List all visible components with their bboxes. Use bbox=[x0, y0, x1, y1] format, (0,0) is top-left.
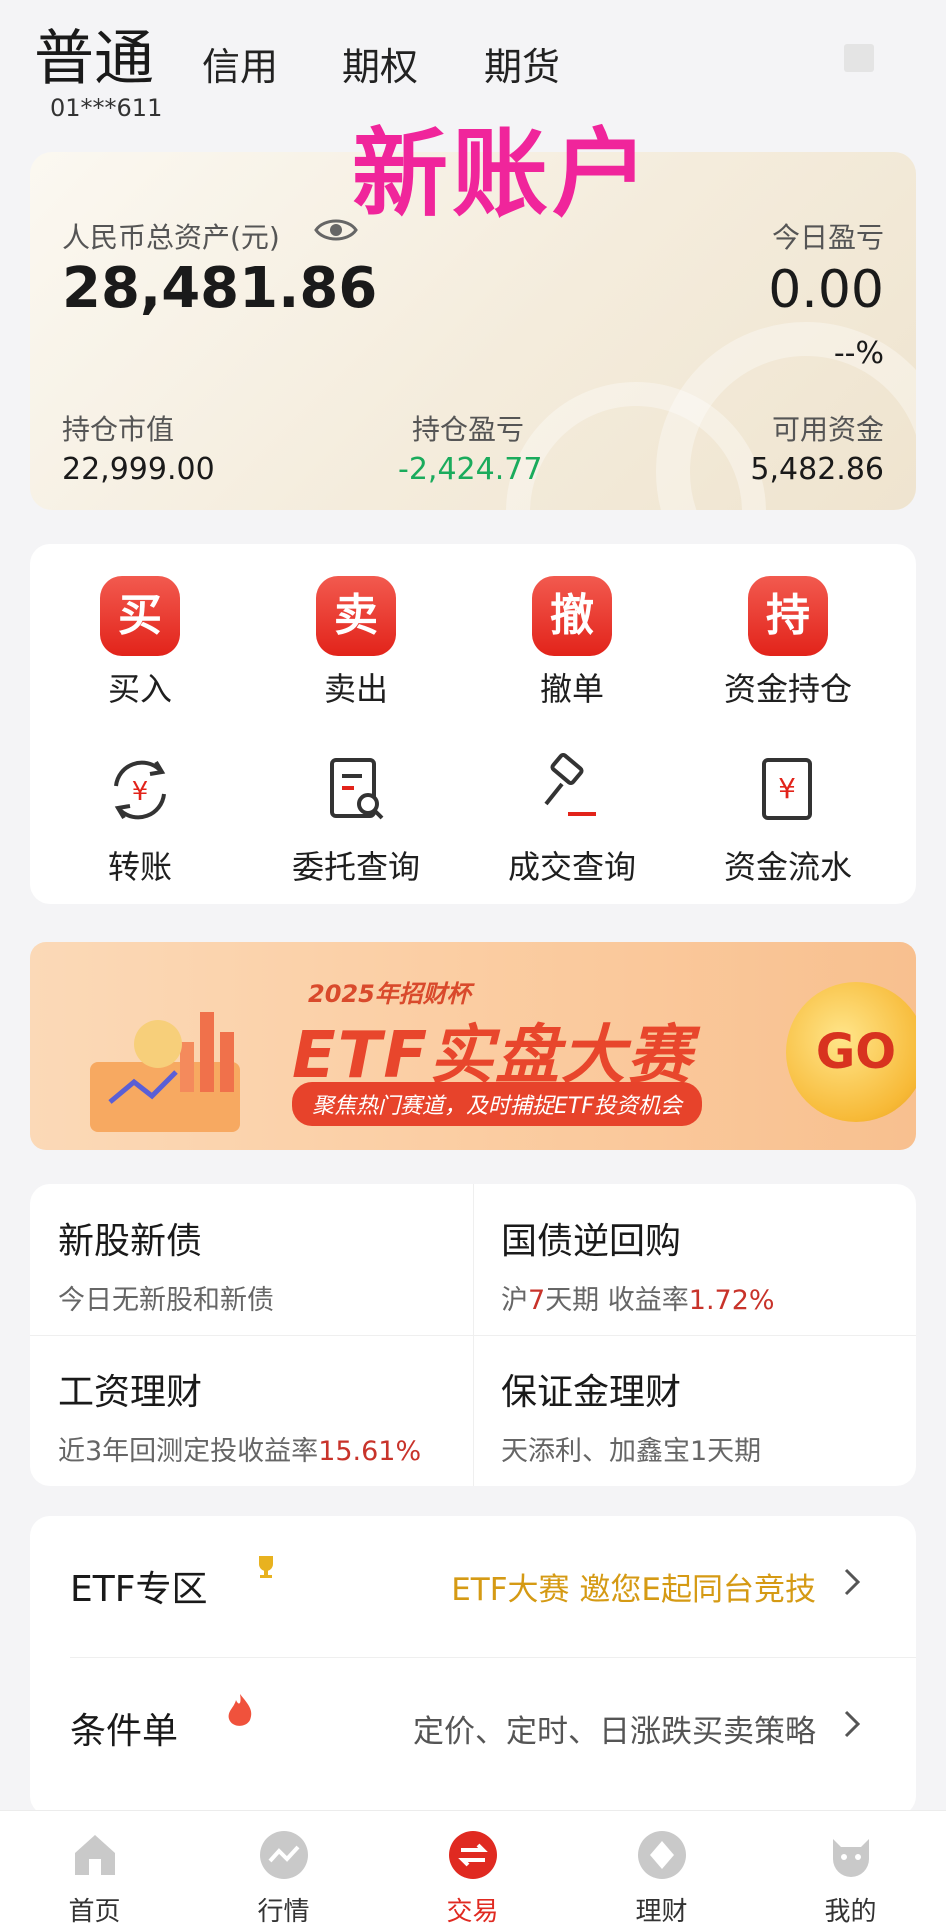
conditional-order-row[interactable]: 条件单 定价、定时、日涨跌买卖策略 bbox=[30, 1658, 916, 1798]
margin-wealth-subtitle: 天添利、加鑫宝1天期 bbox=[501, 1436, 762, 1467]
bottom-nav: 首页 行情 交易 理财 我的 bbox=[0, 1810, 946, 1932]
market-value-label: 持仓市值 bbox=[62, 413, 175, 446]
nav-home[interactable]: 首页 bbox=[0, 1811, 189, 1932]
nav-home-label: 首页 bbox=[68, 1897, 121, 1927]
transfer-label: 转账 bbox=[107, 848, 172, 886]
today-pl-percent: --% bbox=[833, 336, 884, 371]
conditional-order-desc: 定价、定时、日涨跌买卖策略 bbox=[413, 1714, 816, 1750]
buy-icon: 买 bbox=[100, 576, 180, 656]
chevron-right-icon bbox=[844, 1710, 861, 1738]
total-assets-label: 人民币总资产(元) bbox=[62, 221, 280, 254]
nav-trade[interactable]: 交易 bbox=[378, 1811, 567, 1932]
etf-zone-desc: ETF大赛 邀您E起同台竞技 bbox=[451, 1572, 816, 1608]
cancel-icon: 撤 bbox=[532, 576, 612, 656]
tab-normal[interactable]: 普通 bbox=[34, 10, 154, 97]
buy-button[interactable]: 买 买入 bbox=[32, 576, 248, 710]
sell-button[interactable]: 卖 卖出 bbox=[248, 576, 464, 710]
order-query-icon bbox=[330, 758, 384, 820]
ipo-bonds-cell[interactable]: 新股新债 今日无新股和新债 bbox=[30, 1184, 473, 1334]
nav-profile[interactable]: 我的 bbox=[756, 1811, 945, 1932]
trade-actions-card: 买 买入 卖 卖出 撤 撤单 持 资金持仓 ¥ 转账 委托查询 成交查询 ¥ 资… bbox=[30, 544, 916, 904]
transfer-icon: ¥ bbox=[114, 760, 166, 820]
svg-text:¥: ¥ bbox=[132, 777, 149, 807]
buy-label: 买入 bbox=[107, 670, 172, 708]
positions-icon: 持 bbox=[748, 576, 828, 656]
salary-wealth-title: 工资理财 bbox=[58, 1372, 203, 1413]
sell-icon: 卖 bbox=[316, 576, 396, 656]
cancel-order-button[interactable]: 撤 撤单 bbox=[464, 576, 680, 710]
order-query-button[interactable]: 委托查询 bbox=[248, 750, 464, 888]
ipo-bonds-title: 新股新债 bbox=[58, 1221, 203, 1262]
etf-zone-title: ETF专区 bbox=[70, 1569, 208, 1610]
nav-wealth-label: 理财 bbox=[635, 1897, 688, 1927]
overlay-label: 新账户 bbox=[352, 118, 652, 230]
chevron-right-icon bbox=[844, 1568, 861, 1596]
go-button[interactable]: GO bbox=[786, 982, 916, 1122]
nav-market-label: 行情 bbox=[257, 1897, 310, 1927]
positions-button[interactable]: 持 资金持仓 bbox=[680, 576, 896, 710]
banner-subtitle: 聚焦热门赛道，及时捕捉ETF投资机会 bbox=[292, 1082, 702, 1126]
nav-trade-label: 交易 bbox=[446, 1897, 499, 1927]
reverse-repo-subtitle: 沪7天期 收益率1.72% bbox=[501, 1285, 775, 1316]
fire-icon bbox=[228, 1694, 252, 1726]
deal-query-button[interactable]: 成交查询 bbox=[464, 750, 680, 888]
conditional-order-title: 条件单 bbox=[70, 1711, 179, 1752]
position-pl-label: 持仓盈亏 bbox=[412, 413, 525, 446]
nav-market[interactable]: 行情 bbox=[189, 1811, 378, 1932]
nav-profile-label: 我的 bbox=[824, 1897, 877, 1927]
wealth-icon bbox=[637, 1831, 686, 1879]
position-pl-value: -2,424.77 bbox=[398, 452, 543, 487]
chart-illustration-icon bbox=[90, 1012, 240, 1132]
today-pl-label: 今日盈亏 bbox=[771, 221, 884, 254]
svg-text:¥: ¥ bbox=[778, 772, 796, 805]
positions-label: 资金持仓 bbox=[723, 670, 852, 708]
services-card: 新股新债 今日无新股和新债 国债逆回购 沪7天期 收益率1.72% 工资理财 近… bbox=[30, 1184, 916, 1486]
account-number: 01***611 bbox=[50, 94, 163, 122]
fund-flow-label: 资金流水 bbox=[723, 848, 852, 886]
etf-contest-banner[interactable]: 2025年招财杯 ETF实盘大赛 聚焦热门赛道，及时捕捉ETF投资机会 GO bbox=[30, 942, 916, 1150]
available-funds-label: 可用资金 bbox=[771, 413, 884, 446]
trade-icon bbox=[448, 1831, 497, 1879]
tab-options[interactable]: 期权 bbox=[342, 36, 418, 91]
nav-wealth[interactable]: 理财 bbox=[567, 1811, 756, 1932]
sell-label: 卖出 bbox=[323, 670, 388, 708]
market-icon bbox=[259, 1831, 308, 1879]
market-value: 22,999.00 bbox=[62, 452, 215, 487]
fund-flow-icon: ¥ bbox=[762, 758, 812, 820]
reverse-repo-cell[interactable]: 国债逆回购 沪7天期 收益率1.72% bbox=[473, 1184, 916, 1334]
reverse-repo-title: 国债逆回购 bbox=[501, 1221, 682, 1262]
etf-zone-row[interactable]: ETF专区 ETF大赛 邀您E起同台竞技 bbox=[30, 1516, 916, 1656]
home-icon bbox=[74, 1835, 115, 1875]
salary-wealth-cell[interactable]: 工资理财 近3年回测定投收益率15.61% bbox=[30, 1335, 473, 1485]
tab-futures[interactable]: 期货 bbox=[484, 36, 560, 91]
margin-wealth-cell[interactable]: 保证金理财 天添利、加鑫宝1天期 bbox=[473, 1335, 916, 1485]
feature-list-card: ETF专区 ETF大赛 邀您E起同台竞技 条件单 定价、定时、日涨跌买卖策略 bbox=[30, 1516, 916, 1816]
salary-wealth-subtitle: 近3年回测定投收益率15.61% bbox=[58, 1436, 422, 1467]
order-query-label: 委托查询 bbox=[291, 848, 420, 886]
margin-wealth-title: 保证金理财 bbox=[501, 1372, 682, 1413]
message-icon[interactable] bbox=[844, 44, 874, 72]
cancel-order-label: 撤单 bbox=[539, 670, 604, 708]
tab-credit[interactable]: 信用 bbox=[202, 36, 278, 91]
today-pl-value: 0.00 bbox=[768, 260, 884, 320]
available-funds-value: 5,482.86 bbox=[750, 452, 884, 487]
profile-icon bbox=[832, 1839, 869, 1877]
fund-flow-button[interactable]: ¥ 资金流水 bbox=[680, 750, 896, 888]
total-assets-value: 28,481.86 bbox=[62, 256, 378, 321]
deal-query-icon bbox=[544, 752, 596, 816]
trophy-icon bbox=[259, 1556, 273, 1578]
deal-query-label: 成交查询 bbox=[507, 848, 636, 886]
transfer-button[interactable]: ¥ 转账 bbox=[32, 750, 248, 888]
ipo-bonds-subtitle: 今日无新股和新债 bbox=[58, 1285, 274, 1316]
